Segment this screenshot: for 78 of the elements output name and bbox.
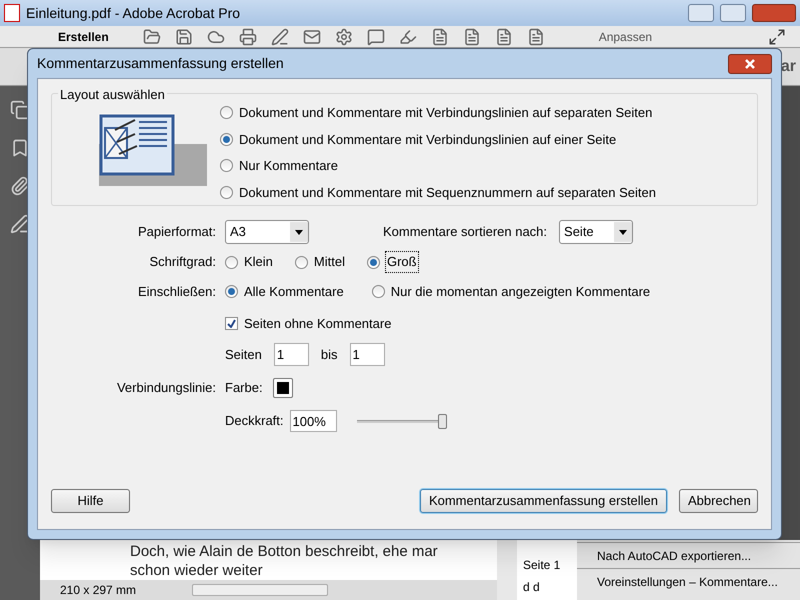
field-label: Seiten xyxy=(225,346,262,364)
field-label: Schriftgrad: xyxy=(148,253,216,272)
dialog-button[interactable]: Hilfe xyxy=(51,489,130,513)
radio-label: Nur die momentan angezeigten Kommentare xyxy=(390,283,650,301)
checkbox[interactable] xyxy=(225,316,238,330)
radio-label: Groß xyxy=(386,252,418,272)
radio-button[interactable] xyxy=(294,256,308,268)
settings-icon[interactable] xyxy=(334,28,353,46)
page-marks: d d xyxy=(523,579,541,596)
radio-label: Klein xyxy=(244,253,273,272)
pdf-icon xyxy=(4,4,20,22)
checkbox-label: Seiten ohne Kommentare xyxy=(244,314,392,332)
maximize-button[interactable] xyxy=(720,4,746,22)
radio-button[interactable] xyxy=(225,285,238,298)
radio-label: Alle Kommentare xyxy=(244,283,344,301)
radio-button[interactable] xyxy=(220,186,233,199)
menu-item[interactable]: Nach AutoCAD exportieren... xyxy=(577,542,800,568)
radio-button[interactable] xyxy=(220,132,233,146)
opacity-field[interactable]: 100% xyxy=(290,410,337,432)
customize-button[interactable]: Anpassen xyxy=(598,30,652,44)
highlighter-icon[interactable] xyxy=(398,28,417,46)
slider-thumb[interactable] xyxy=(438,414,447,428)
folder-icon[interactable] xyxy=(142,28,161,46)
radio-button[interactable] xyxy=(366,256,380,268)
horizontal-scrollbar[interactable] xyxy=(192,584,328,596)
expand-icon[interactable] xyxy=(768,28,786,46)
document-icon[interactable] xyxy=(526,28,545,46)
radio-button[interactable] xyxy=(220,159,233,172)
field-label: Deckkraft: xyxy=(225,412,284,430)
save-icon[interactable] xyxy=(174,28,193,46)
radio-label: Mittel xyxy=(314,253,345,272)
menu-item[interactable]: Voreinstellungen – Kommentare... xyxy=(577,568,800,594)
close-icon xyxy=(745,58,755,68)
field-label: bis xyxy=(320,346,338,364)
page-size-label: 210 x 297 mm xyxy=(60,582,136,599)
caret-icon xyxy=(290,222,308,242)
layout-preview-icon xyxy=(99,114,207,186)
document-icon[interactable] xyxy=(462,28,481,46)
dialog-button[interactable]: Kommentarzusammenfassung erstellen xyxy=(420,489,667,513)
color-swatch-button[interactable] xyxy=(272,378,293,398)
close-button[interactable] xyxy=(728,54,772,74)
document-icon[interactable] xyxy=(430,28,449,46)
radio-button[interactable] xyxy=(372,285,385,298)
document-icon[interactable] xyxy=(494,28,513,46)
window-title: Einleitung.pdf - Adobe Acrobat Pro xyxy=(26,4,242,23)
printer-icon[interactable] xyxy=(238,28,257,46)
dialog-button[interactable]: Abbrechen xyxy=(679,489,758,513)
opacity-slider[interactable] xyxy=(356,414,447,428)
field-label: Verbindungslinie: xyxy=(116,379,216,398)
document-text: Doch, wie Alain de Botton beschreibt, ehe mar xyxy=(130,542,439,561)
field-label: Papierformat: xyxy=(136,223,216,242)
field-label: Einschließen: xyxy=(136,283,216,301)
to-page-field[interactable]: 1 xyxy=(350,343,384,366)
caret-icon xyxy=(614,222,632,242)
dialog-title: Kommentarzusammenfassung erstellen xyxy=(37,54,284,73)
page-label: Seite 1 xyxy=(523,557,562,574)
paperclip-icon[interactable] xyxy=(10,176,30,196)
from-page-field[interactable]: 1 xyxy=(274,343,309,366)
sort-dropdown[interactable]: Seite xyxy=(559,220,634,244)
document-text: schon wieder weiter xyxy=(130,561,264,580)
vertical-scrollbar[interactable] xyxy=(497,540,517,600)
mail-icon[interactable] xyxy=(302,28,321,46)
minimize-button[interactable] xyxy=(688,4,714,22)
radio-button[interactable] xyxy=(220,106,233,120)
edit-icon[interactable] xyxy=(270,28,289,46)
radio-button[interactable] xyxy=(225,256,238,268)
panel-label: ar xyxy=(780,56,796,76)
field-label: Farbe: xyxy=(225,379,263,398)
pages-icon[interactable] xyxy=(10,100,30,120)
comment-icon[interactable] xyxy=(366,28,385,46)
radio-label: Dokument und Kommentare mit Verbindungslinien auf separaten Seiten xyxy=(239,104,652,122)
radio-label: Nur Kommentare xyxy=(239,157,338,175)
field-label: Kommentare sortieren nach: xyxy=(383,223,548,242)
radio-label: Dokument und Kommentare mit Sequenznummern auf separaten Seiten xyxy=(239,184,656,202)
radio-label: Dokument und Kommentare mit Verbindungslinien auf einer Seite xyxy=(239,130,616,149)
create-button[interactable]: Erstellen xyxy=(14,30,129,44)
paper-format-dropdown[interactable]: A3 xyxy=(225,220,309,244)
signature-icon[interactable] xyxy=(10,214,30,234)
